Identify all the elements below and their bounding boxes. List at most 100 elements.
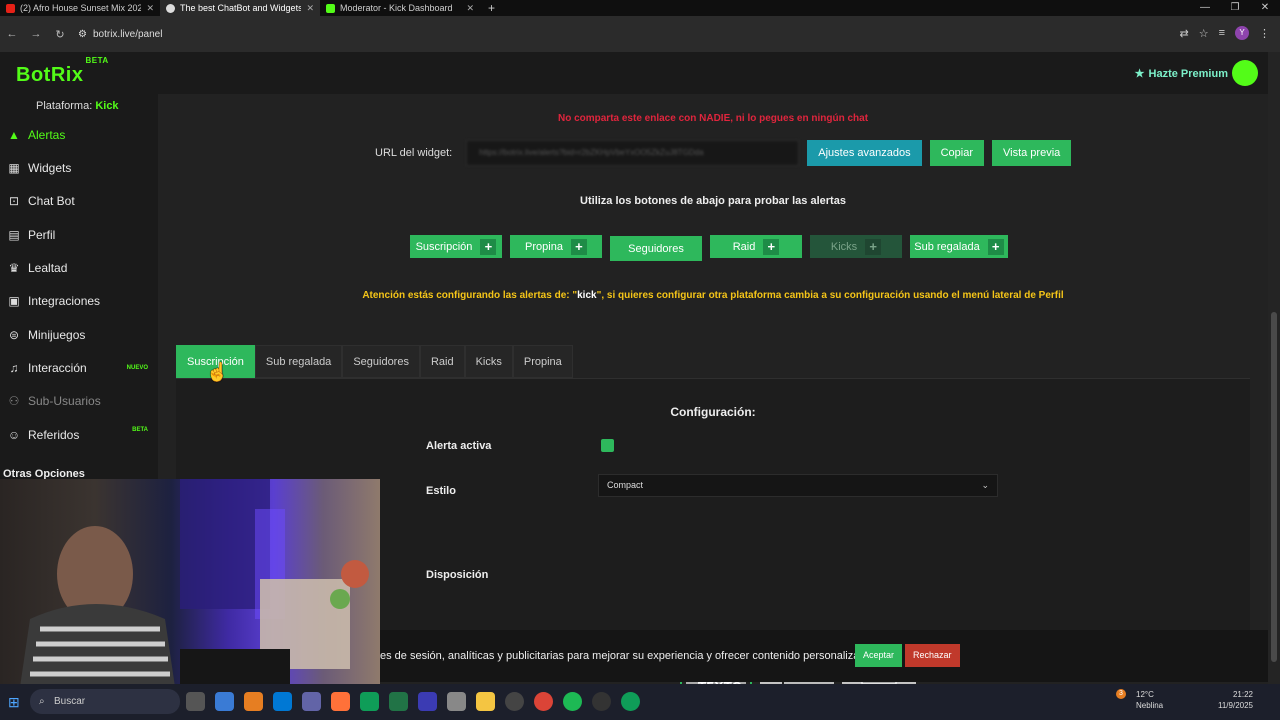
sidebar-item-referidos[interactable]: ☺ Referidos BETA [0, 420, 158, 450]
active-alert-checkbox[interactable] [601, 439, 614, 452]
botrix-logo[interactable]: BotRixBETA [16, 56, 108, 87]
test-tip-button[interactable]: Propina + [510, 235, 602, 258]
outlook-icon[interactable] [273, 692, 292, 711]
site-info-icon[interactable]: ⚙ [78, 29, 87, 40]
sidebar-item-interaccion[interactable]: ♫ Interacción NUEVO [0, 353, 158, 383]
task-view-icon[interactable] [186, 692, 205, 711]
test-subscription-button[interactable]: Suscripción + [410, 235, 502, 258]
tab-sub-regalada[interactable]: Sub regalada [254, 345, 343, 378]
clock-time: 21:22 [1232, 690, 1253, 699]
user-avatar[interactable] [1232, 60, 1258, 86]
premium-link[interactable]: ★ Hazte Premium [1134, 67, 1228, 81]
platform-value: Kick [95, 100, 119, 112]
url-field[interactable]: ⚙ botrix.live/panel [78, 29, 162, 40]
clock-date: 11/9/2025 [1218, 701, 1253, 710]
copy-button[interactable]: Copiar [929, 140, 984, 166]
alert-tabs: Suscripción Sub regalada Seguidores Raid… [176, 345, 573, 378]
cookie-reject-button[interactable]: Rechazar [905, 644, 960, 667]
widget-url-field[interactable]: https://botrix.live/alerts?bid=r2bZKHpVb… [466, 140, 800, 166]
star-icon: ★ [1134, 68, 1145, 80]
obs-icon[interactable] [592, 692, 611, 711]
taskbar-clock[interactable]: 21:22 11/9/2025 [1218, 689, 1253, 711]
beta-badge: BETA [132, 427, 148, 433]
teams-icon[interactable] [302, 692, 321, 711]
edge-icon[interactable] [215, 692, 234, 711]
media-encoder-icon[interactable] [418, 692, 437, 711]
sidebar-item-label: Minijuegos [28, 328, 86, 342]
test-raid-button[interactable]: Raid + [710, 235, 802, 258]
media-icon[interactable]: ≡ [1219, 27, 1225, 39]
close-icon[interactable]: ✕ [466, 3, 474, 14]
sidebar-item-alertas[interactable]: ▲ Alertas [0, 120, 158, 150]
taskbar-weather[interactable]: 3 12°C Neblina [1116, 689, 1163, 711]
forward-icon[interactable]: → [24, 28, 48, 40]
window-controls: — ❐ ✕ [1190, 0, 1280, 16]
sidebar-item-sub-usuarios[interactable]: ⚇ Sub-Usuarios [0, 386, 158, 416]
preview-button[interactable]: Vista previa [992, 140, 1072, 166]
tab-raid[interactable]: Raid [419, 345, 465, 378]
url-text: botrix.live/panel [92, 28, 163, 40]
style-select[interactable]: Compact ⌄ [598, 474, 998, 497]
widget-url-row: URL del widget: https://botrix.live/aler… [375, 140, 1072, 166]
menu-dots-icon[interactable]: ⋮ [1259, 27, 1270, 40]
close-window-icon[interactable]: ✕ [1250, 0, 1280, 16]
file-explorer-icon[interactable] [476, 692, 495, 711]
windows-start-icon[interactable]: ⊞ [8, 694, 20, 711]
chrome-active-icon[interactable] [621, 692, 640, 711]
reload-icon[interactable]: ↻ [48, 28, 72, 41]
platform-label: Plataforma: [36, 100, 93, 112]
app-header: BotRixBETA ★ Hazte Premium [0, 52, 1268, 94]
chrome-icon[interactable] [360, 692, 379, 711]
sidebar-item-integraciones[interactable]: ▣ Integraciones [0, 286, 158, 316]
advanced-settings-button[interactable]: Ajustes avanzados [807, 140, 922, 166]
tab-title: The best ChatBot and Widgets [180, 3, 302, 13]
hand-cursor-icon: ☝ [206, 362, 229, 382]
page-scrollbar[interactable] [1268, 52, 1280, 684]
browser-tab-bar: (2) Afro House Sunset Mix 2025 ✕ The bes… [0, 0, 1280, 16]
close-icon[interactable]: ✕ [146, 3, 154, 14]
new-tab-icon[interactable]: + [488, 1, 495, 15]
spotify-icon[interactable] [563, 692, 582, 711]
calculator-icon[interactable] [447, 692, 466, 711]
close-icon[interactable]: ✕ [306, 3, 314, 14]
sidebar-item-minijuegos[interactable]: ⊜ Minijuegos [0, 320, 158, 350]
test-kicks-button[interactable]: Kicks + [810, 235, 902, 258]
users-icon: ☺ [7, 428, 21, 442]
puzzle-icon: ▣ [8, 294, 20, 308]
browser-tab-youtube[interactable]: (2) Afro House Sunset Mix 2025 ✕ [0, 0, 160, 16]
profile-avatar[interactable]: Y [1235, 26, 1249, 40]
browser-tab-botrix[interactable]: The best ChatBot and Widgets ✕ [160, 0, 320, 16]
button-label: Suscripción [415, 240, 473, 253]
sidebar-item-perfil[interactable]: ▤ Perfil [0, 220, 158, 250]
test-gifted-sub-button[interactable]: Sub regalada + [910, 235, 1008, 258]
back-icon[interactable]: ← [0, 28, 24, 40]
excel-icon[interactable] [389, 692, 408, 711]
app-icon[interactable] [244, 692, 263, 711]
webcam-overlay [0, 479, 380, 687]
media-player-icon[interactable] [505, 692, 524, 711]
browser-tab-kick[interactable]: Moderator - Kick Dashboard ✕ [320, 0, 480, 16]
sidebar-item-lealtad[interactable]: ♛ Lealtad [0, 253, 158, 283]
taskbar-search[interactable]: ⌕ Buscar [30, 689, 180, 714]
warning-text-post: ", si quieres configurar otra plataforma… [596, 290, 1064, 301]
plus-icon: + [865, 238, 882, 255]
test-followers-button[interactable]: Seguidores [610, 236, 702, 261]
bookmark-star-icon[interactable]: ☆ [1199, 27, 1209, 40]
tab-seguidores[interactable]: Seguidores [342, 345, 420, 378]
grid-icon: ▦ [8, 161, 20, 175]
translate-icon[interactable]: ⇄ [1179, 27, 1188, 40]
restore-icon[interactable]: ❐ [1220, 0, 1250, 16]
layout-label: Disposición [426, 569, 489, 581]
minimize-icon[interactable]: — [1190, 0, 1220, 16]
scrollbar-thumb[interactable] [1271, 312, 1277, 662]
sidebar-item-chatbot[interactable]: ⊡ Chat Bot [0, 186, 158, 216]
sidebar-item-widgets[interactable]: ▦ Widgets [0, 153, 158, 183]
tab-kicks[interactable]: Kicks [464, 345, 513, 378]
firefox-icon[interactable] [331, 692, 350, 711]
cookie-accept-button[interactable]: Aceptar [855, 644, 903, 667]
sidebar-item-label: Chat Bot [28, 194, 75, 208]
tab-title: (2) Afro House Sunset Mix 2025 [20, 3, 142, 13]
chrome-profile-icon[interactable] [534, 692, 553, 711]
sidebar-item-label: Referidos [28, 428, 80, 442]
tab-propina[interactable]: Propina [512, 345, 573, 378]
